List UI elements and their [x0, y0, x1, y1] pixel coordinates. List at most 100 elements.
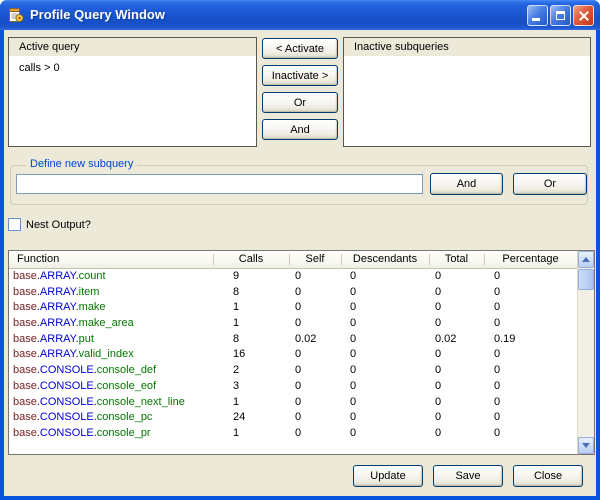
value-cell: 0: [289, 410, 341, 426]
value-cell: 0: [429, 347, 484, 363]
column-header-calls[interactable]: Calls: [213, 251, 289, 268]
value-cell: 1: [213, 395, 289, 411]
value-cell: 0: [484, 410, 577, 426]
value-cell: 2: [213, 363, 289, 379]
value-cell: 0: [484, 316, 577, 332]
value-cell: 0: [341, 316, 429, 332]
save-button[interactable]: Save: [433, 465, 503, 487]
table-row[interactable]: base.CONSOLE.console_next_line10000: [9, 395, 577, 411]
subquery-input[interactable]: [16, 174, 423, 194]
value-cell: 0: [484, 285, 577, 301]
scroll-down-button[interactable]: [578, 437, 594, 454]
function-name-cell: base.ARRAY.make: [9, 300, 213, 316]
column-header-percentage[interactable]: Percentage: [484, 251, 577, 268]
value-cell: 0: [341, 410, 429, 426]
value-cell: 0: [289, 379, 341, 395]
close-button[interactable]: [573, 5, 594, 26]
value-cell: 8: [213, 332, 289, 348]
function-name-cell: base.ARRAY.item: [9, 285, 213, 301]
nest-output-checkbox[interactable]: [8, 218, 21, 231]
active-query-panel: Active query calls > 0: [8, 37, 257, 147]
value-cell: 0: [289, 347, 341, 363]
table-row[interactable]: base.ARRAY.make_area10000: [9, 316, 577, 332]
value-cell: 0: [429, 300, 484, 316]
or-define-button[interactable]: Or: [513, 173, 587, 195]
value-cell: 0: [341, 332, 429, 348]
value-cell: 0: [289, 363, 341, 379]
value-cell: 0: [484, 300, 577, 316]
profile-query-window: Profile Query Window Active query calls …: [0, 0, 600, 500]
value-cell: 0: [289, 426, 341, 442]
dialog-client-area: Active query calls > 0 < Activate Inacti…: [4, 30, 596, 496]
table-row[interactable]: base.ARRAY.make10000: [9, 300, 577, 316]
column-header-self[interactable]: Self: [289, 251, 341, 268]
maximize-icon: [556, 11, 565, 20]
value-cell: 1: [213, 300, 289, 316]
and-define-button[interactable]: And: [430, 173, 503, 195]
value-cell: 0: [341, 426, 429, 442]
function-name-cell: base.ARRAY.put: [9, 332, 213, 348]
active-query-list[interactable]: calls > 0: [9, 58, 256, 146]
inactive-subqueries-list[interactable]: [344, 58, 590, 146]
profile-results-table: Function Calls Self Descendants Total Pe…: [8, 250, 595, 455]
window-title: Profile Query Window: [30, 0, 165, 30]
scrollbar-thumb[interactable]: [578, 269, 594, 290]
value-cell: 1: [213, 316, 289, 332]
list-item[interactable]: calls > 0: [9, 58, 256, 74]
and-transfer-button[interactable]: And: [262, 119, 338, 140]
value-cell: 0: [341, 363, 429, 379]
table-row[interactable]: base.ARRAY.valid_index160000: [9, 347, 577, 363]
table-vertical-scrollbar[interactable]: [577, 251, 594, 454]
value-cell: 0: [341, 285, 429, 301]
function-name-cell: base.ARRAY.make_area: [9, 316, 213, 332]
value-cell: 0: [341, 269, 429, 285]
value-cell: 9: [213, 269, 289, 285]
or-transfer-button[interactable]: Or: [262, 92, 338, 113]
table-row[interactable]: base.CONSOLE.console_pr10000: [9, 426, 577, 442]
caption-buttons: [527, 5, 594, 26]
table-row[interactable]: base.ARRAY.item80000: [9, 285, 577, 301]
table-row[interactable]: base.ARRAY.count90000: [9, 269, 577, 285]
function-name-cell: base.CONSOLE.console_eof: [9, 379, 213, 395]
table-body: base.ARRAY.count90000base.ARRAY.item8000…: [9, 269, 577, 454]
column-header-total[interactable]: Total: [429, 251, 484, 268]
inactivate-button[interactable]: Inactivate >: [262, 65, 338, 86]
define-subquery-label: Define new subquery: [26, 158, 137, 170]
value-cell: 0: [341, 300, 429, 316]
value-cell: 0.19: [484, 332, 577, 348]
value-cell: 0: [341, 347, 429, 363]
column-header-function[interactable]: Function: [9, 251, 213, 268]
table-row[interactable]: base.CONSOLE.console_def20000: [9, 363, 577, 379]
table-row[interactable]: base.CONSOLE.console_eof30000: [9, 379, 577, 395]
arrow-down-icon: [582, 443, 590, 448]
table-row[interactable]: base.CONSOLE.console_pc240000: [9, 410, 577, 426]
value-cell: 8: [213, 285, 289, 301]
value-cell: 0: [429, 316, 484, 332]
window-icon: [8, 7, 24, 23]
value-cell: 0: [484, 395, 577, 411]
value-cell: 24: [213, 410, 289, 426]
activate-button[interactable]: < Activate: [262, 38, 338, 59]
inactive-subqueries-panel: Inactive subqueries: [343, 37, 591, 147]
function-name-cell: base.ARRAY.valid_index: [9, 347, 213, 363]
update-button[interactable]: Update: [353, 465, 423, 487]
value-cell: 0: [429, 379, 484, 395]
maximize-button[interactable]: [550, 5, 571, 26]
scroll-up-button[interactable]: [578, 251, 594, 268]
function-name-cell: base.CONSOLE.console_pc: [9, 410, 213, 426]
value-cell: 0: [484, 269, 577, 285]
function-name-cell: base.CONSOLE.console_pr: [9, 426, 213, 442]
arrow-up-icon: [582, 257, 590, 262]
value-cell: 0: [289, 285, 341, 301]
minimize-button[interactable]: [527, 5, 548, 26]
function-name-cell: base.ARRAY.count: [9, 269, 213, 285]
table-row[interactable]: base.ARRAY.put80.0200.020.19: [9, 332, 577, 348]
value-cell: 0: [429, 410, 484, 426]
value-cell: 0: [341, 379, 429, 395]
column-header-descendants[interactable]: Descendants: [341, 251, 429, 268]
close-dialog-button[interactable]: Close: [513, 465, 583, 487]
titlebar[interactable]: Profile Query Window: [0, 0, 600, 30]
value-cell: 0.02: [429, 332, 484, 348]
minimize-icon: [532, 18, 540, 21]
value-cell: 0: [289, 300, 341, 316]
